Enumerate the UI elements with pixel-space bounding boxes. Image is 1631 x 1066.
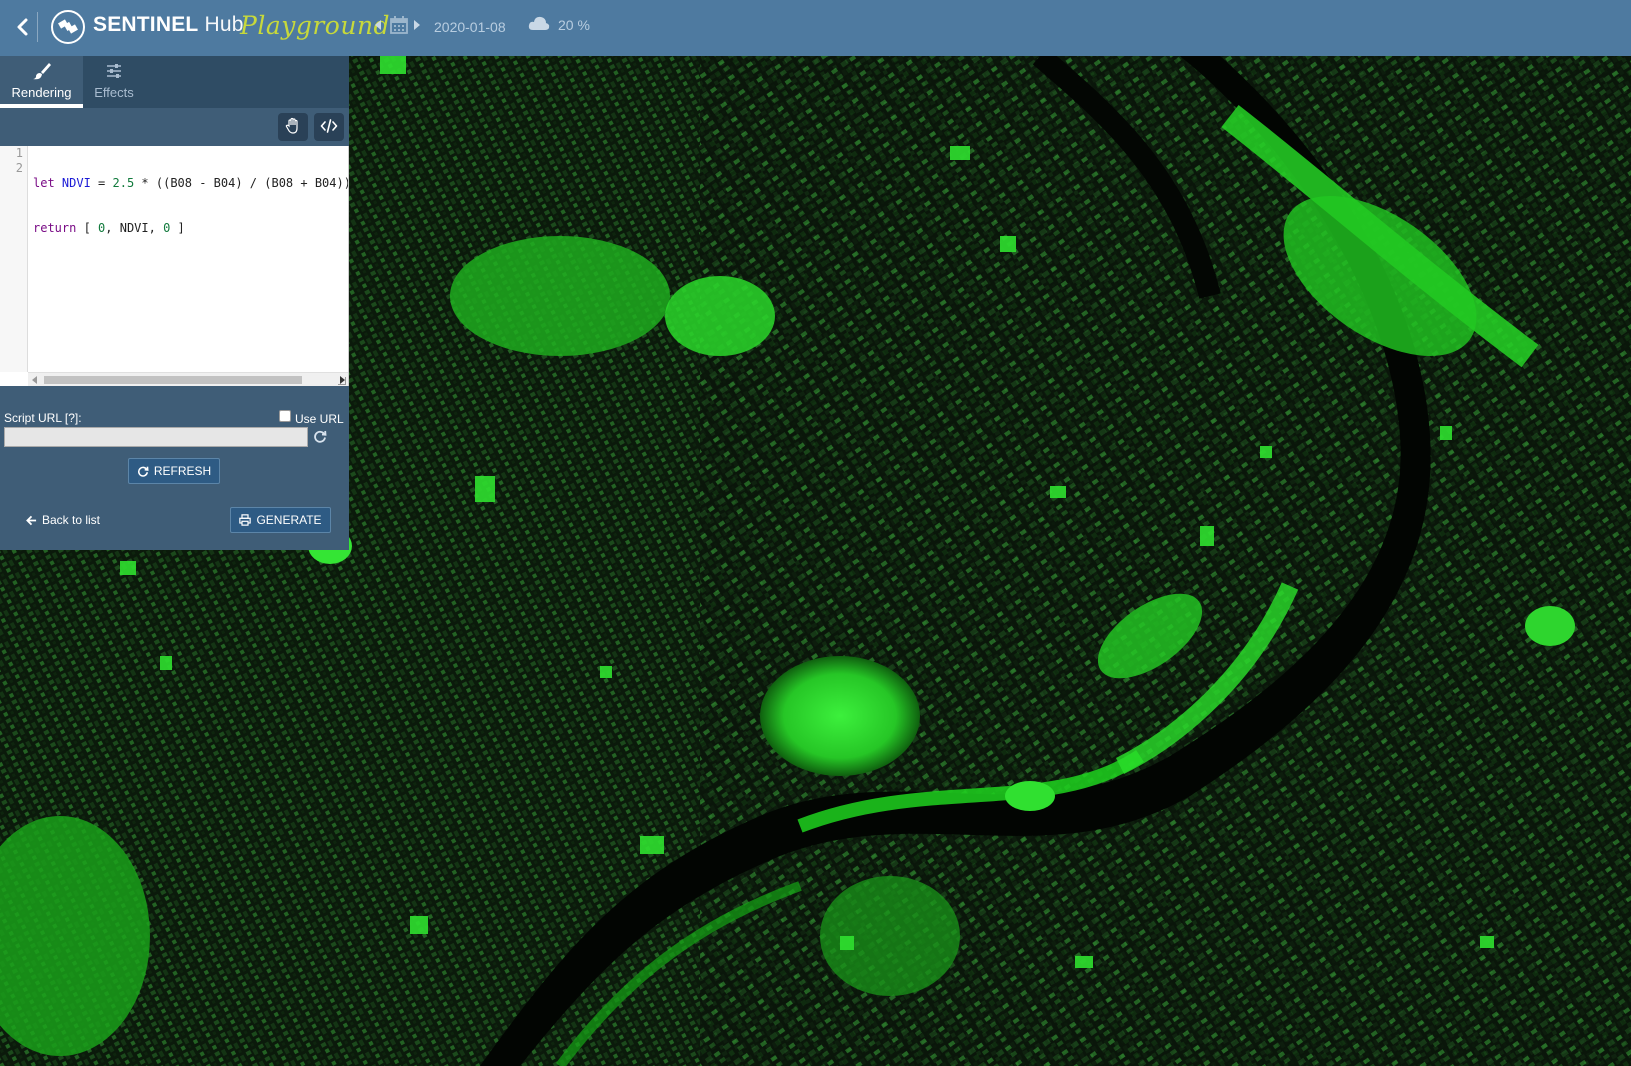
generate-button-label: GENERATE (256, 513, 322, 527)
refresh-button[interactable]: REFRESH (128, 458, 220, 484)
hand-icon (285, 117, 298, 134)
previous-date-icon[interactable] (374, 18, 382, 36)
tab-effects[interactable]: Effects (83, 56, 145, 108)
brand-light: Hub (204, 13, 244, 36)
tab-rendering-label: Rendering (11, 85, 72, 100)
script-url-label: Script URL [?]: (4, 411, 82, 425)
script-panel: Rendering Effects 1 2 let NDVI = 2.5 * (… (0, 56, 349, 550)
brand-name: SENTINEL Hub (93, 13, 244, 37)
tab-effects-label: Effects (94, 85, 134, 100)
cloud-coverage-value[interactable]: 20 % (558, 17, 590, 33)
scroll-left-icon[interactable] (32, 376, 37, 384)
refresh-icon (137, 466, 149, 477)
tab-rendering[interactable]: Rendering (0, 56, 83, 108)
back-to-list-label: Back to list (42, 513, 101, 527)
cloud-icon (528, 15, 550, 33)
generate-button[interactable]: GENERATE (230, 507, 331, 533)
next-date-icon[interactable] (413, 18, 421, 36)
refresh-button-label: REFRESH (153, 464, 212, 478)
horizontal-scrollbar[interactable] (28, 372, 348, 386)
line-number: 2 (15, 161, 23, 175)
line-number-gutter: 1 2 (0, 146, 28, 372)
back-chevron-icon[interactable] (13, 15, 33, 39)
code-content[interactable]: let NDVI = 2.5 * ((B08 - B04) / (B08 + B… (33, 146, 349, 266)
top-bar: SENTINEL Hub Playground 2020-01-08 20 % (0, 0, 1631, 56)
date-picker-value[interactable]: 2020-01-08 (434, 19, 506, 35)
code-icon (320, 119, 338, 133)
panel-tabs: Rendering Effects (0, 56, 349, 108)
sentinel-satellite-logo (50, 9, 86, 45)
use-url-checkbox[interactable] (279, 410, 291, 422)
code-editor-button[interactable] (314, 113, 344, 141)
use-url-label: Use URL (295, 412, 344, 426)
calendar-icon[interactable] (389, 15, 409, 35)
paintbrush-icon (32, 63, 51, 80)
visual-editor-button[interactable] (278, 113, 308, 141)
line-number: 1 (15, 146, 23, 160)
sliders-icon (107, 64, 121, 78)
print-icon (239, 514, 252, 526)
script-url-input[interactable] (4, 427, 308, 447)
header-divider (37, 12, 38, 42)
reload-url-icon[interactable] (313, 429, 327, 443)
code-editor[interactable]: 1 2 let NDVI = 2.5 * ((B08 - B04) / (B08… (0, 146, 349, 386)
code-line: return [ 0, NDVI, 0 ] (33, 221, 185, 235)
brand-bold: SENTINEL (93, 13, 199, 36)
scrollbar-thumb[interactable] (44, 376, 302, 384)
back-to-list-link[interactable]: Back to list (26, 513, 100, 527)
resize-grip[interactable] (338, 377, 346, 385)
code-line: let NDVI = 2.5 * ((B08 - B04) / (B08 + B… (33, 176, 349, 190)
arrow-left-icon (26, 515, 37, 525)
product-name: Playground (240, 11, 391, 40)
